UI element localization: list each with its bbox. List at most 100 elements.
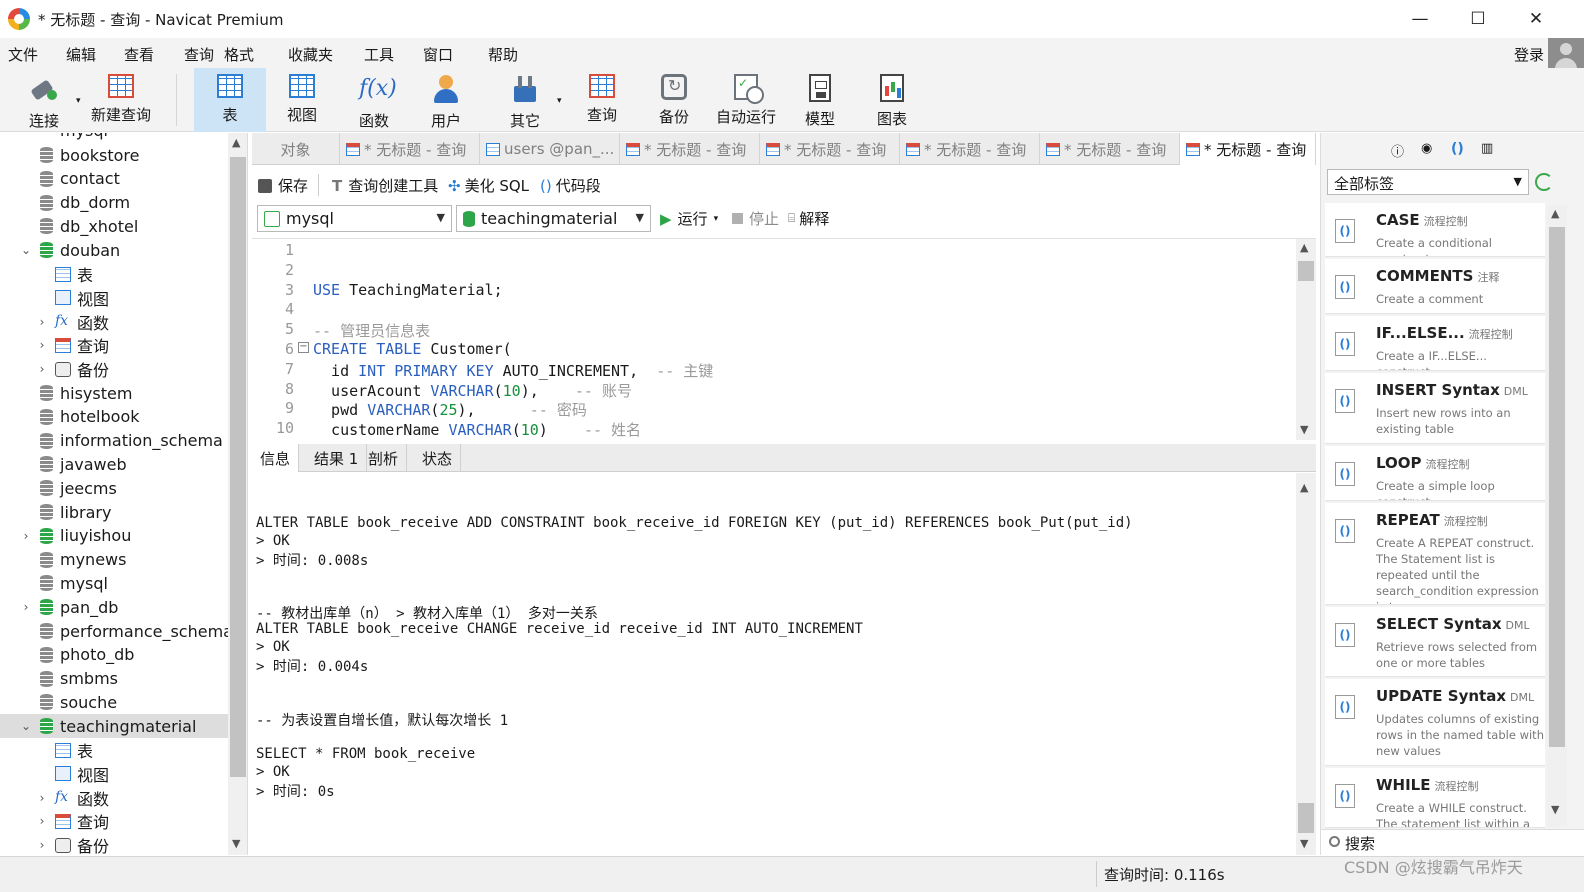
other-dropdown-icon[interactable]: ▾ — [557, 96, 562, 106]
chevron-right-icon[interactable]: › — [36, 338, 48, 352]
table-button[interactable]: 表 — [194, 68, 266, 132]
tree-item-database[interactable]: › pan_db — [0, 595, 228, 619]
query-builder-button[interactable]: T 查询创建工具 — [332, 175, 438, 196]
model-button[interactable]: 模型 — [788, 68, 852, 132]
snippet-scroll-thumb[interactable] — [1549, 227, 1565, 747]
tree-item-backups[interactable]: › 备份 — [0, 357, 228, 381]
tab-query[interactable]: * 无标题 - 查询 — [620, 133, 760, 165]
tree-item-database[interactable]: bookstore — [0, 143, 228, 167]
tree-item-tables[interactable]: 表 — [0, 738, 228, 762]
database-select[interactable]: teachingmaterial ▼ — [456, 205, 651, 232]
tree-item-backups[interactable]: › 备份 — [0, 833, 228, 855]
avatar[interactable] — [1548, 38, 1584, 72]
snippet-item[interactable]: () INSERT Syntax DML Insert new rows into a… — [1325, 373, 1545, 444]
snippet-item[interactable]: () UPDATE Syntax DML Updates columns of exi… — [1325, 679, 1545, 766]
tree-partial-row[interactable]: mysql — [60, 133, 108, 140]
backup-button[interactable]: 备份 — [642, 68, 706, 132]
stop-button[interactable]: 停止 — [732, 208, 779, 229]
message-output[interactable]: ALTER TABLE book_receive ADD CONSTRAINT … — [252, 473, 1316, 855]
chevron-right-icon[interactable]: › — [36, 814, 48, 828]
explain-button[interactable]: ⌸ 解释 — [788, 208, 829, 229]
snippet-icon[interactable]: () — [1451, 141, 1465, 157]
chevron-right-icon[interactable]: › — [36, 315, 48, 329]
view-button[interactable]: 视图 — [270, 68, 334, 132]
menu-window[interactable]: 窗口 — [423, 44, 453, 65]
tree-item-queries[interactable]: › 查询 — [0, 809, 228, 833]
tree-item-database[interactable]: jeecms — [0, 476, 228, 500]
tab-users-table[interactable]: users @pan_... — [480, 133, 620, 165]
menu-format[interactable]: 格式 — [224, 44, 254, 65]
menu-view[interactable]: 查看 — [124, 44, 154, 65]
tree-item-database[interactable]: souche — [0, 690, 228, 714]
tree-item-database[interactable]: library — [0, 500, 228, 524]
maximize-button[interactable]: ☐ — [1450, 0, 1506, 38]
tree-item-database[interactable]: smbms — [0, 667, 228, 691]
tab-status[interactable]: 状态 — [414, 444, 462, 472]
other-button[interactable]: 其它 — [493, 68, 557, 132]
scroll-up-icon[interactable]: ▲ — [1551, 207, 1559, 220]
refresh-icon[interactable] — [1535, 173, 1553, 191]
tab-objects[interactable]: 对象 — [252, 133, 340, 165]
tree-item-database[interactable]: performance_schema — [0, 619, 233, 643]
editor-scroll-thumb[interactable] — [1298, 261, 1314, 281]
user-button[interactable]: 用户 — [414, 68, 478, 132]
scroll-down-icon[interactable]: ▼ — [1551, 803, 1559, 816]
connection-select[interactable]: mysql ▼ — [257, 205, 452, 232]
login-button[interactable]: 登录 — [1514, 44, 1544, 65]
tab-query[interactable]: * 无标题 - 查询 — [900, 133, 1040, 165]
tree-item-database[interactable]: › liuyishou — [0, 524, 228, 548]
menu-help[interactable]: 帮助 — [488, 44, 518, 65]
tree-item-database[interactable]: photo_db — [0, 643, 228, 667]
snippet-item[interactable]: () SELECT Syntax DML Retrieve rows selected… — [1325, 607, 1545, 677]
connect-button[interactable]: 连接 — [14, 68, 74, 132]
snippet-item[interactable]: () CASE流程控制 Create a conditional construct — [1325, 203, 1545, 257]
message-scroll-thumb[interactable] — [1298, 803, 1314, 833]
scroll-down-icon[interactable]: ▼ — [1300, 837, 1308, 850]
chevron-down-icon[interactable]: ⌄ — [20, 719, 32, 733]
tree-item-views[interactable]: 视图 — [0, 762, 228, 786]
tree-item-database[interactable]: information_schema — [0, 429, 228, 453]
message-scrollbar[interactable]: ▲ ▼ — [1296, 473, 1316, 855]
eye-icon[interactable]: ◉ — [1421, 141, 1435, 156]
snippet-item[interactable]: () COMMENTS 注释 Create a comment — [1325, 259, 1545, 314]
scroll-down-icon[interactable]: ▼ — [1300, 423, 1308, 436]
automation-button[interactable]: 自动运行 — [712, 68, 780, 132]
snippet-item[interactable]: () LOOP流程控制 Create a simple loop construct — [1325, 446, 1545, 501]
tab-info[interactable]: 信息 — [252, 444, 300, 472]
snippet-item[interactable]: () WHILE 流程控制 Create a WHILE construct. The… — [1325, 768, 1545, 828]
snippet-item[interactable]: () IF...ELSE... 流程控制 Create a IF...ELSE... … — [1325, 316, 1545, 371]
beautify-sql-button[interactable]: ✣ 美化 SQL — [448, 175, 529, 196]
tree-item-database[interactable]: contact — [0, 167, 228, 191]
minimize-button[interactable]: — — [1392, 0, 1448, 38]
tree-item-database[interactable]: javaweb — [0, 452, 228, 476]
tree-item-functions[interactable]: › fx 函数 — [0, 786, 228, 810]
tree-item-database[interactable]: ⌄ douban — [0, 238, 228, 262]
snippet-filter-select[interactable]: 全部标签 ▼ — [1327, 169, 1529, 195]
scroll-up-icon[interactable]: ▲ — [1300, 481, 1308, 494]
fold-toggle-icon[interactable]: − — [298, 342, 309, 353]
tree-scrollbar[interactable]: ▲ ▼ — [228, 133, 247, 855]
chevron-right-icon[interactable]: › — [36, 362, 48, 376]
tab-query[interactable]: * 无标题 - 查询 — [340, 133, 480, 165]
snippet-search-field[interactable]: 搜索 — [1321, 829, 1584, 855]
chevron-right-icon[interactable]: › — [36, 838, 48, 852]
tab-result-1[interactable]: 结果 1 — [306, 444, 368, 472]
info-icon[interactable]: ⓘ — [1391, 141, 1405, 160]
tree-item-database[interactable]: db_xhotel — [0, 214, 228, 238]
tree-item-functions[interactable]: › fx 函数 — [0, 310, 228, 334]
connect-dropdown-icon[interactable]: ▾ — [76, 96, 81, 106]
chevron-right-icon[interactable]: › — [20, 600, 32, 614]
code-snippet-button[interactable]: () 代码段 — [540, 175, 601, 196]
tree-item-database[interactable]: mysql — [0, 571, 228, 595]
menu-file[interactable]: 文件 — [8, 44, 38, 65]
layout-icon[interactable]: ▥ — [1481, 141, 1495, 156]
tree-item-database[interactable]: db_dorm — [0, 191, 228, 215]
save-button[interactable]: 保存 — [258, 175, 308, 196]
chevron-right-icon[interactable]: › — [36, 791, 48, 805]
menu-query[interactable]: 查询 — [184, 44, 214, 65]
function-button[interactable]: f(x) 函数 — [342, 68, 406, 132]
query-button[interactable]: 查询 — [570, 68, 634, 132]
chevron-right-icon[interactable]: › — [20, 529, 32, 543]
run-button[interactable]: ▶ 运行 ▾ — [660, 208, 718, 229]
chart-button[interactable]: 图表 — [860, 68, 924, 132]
